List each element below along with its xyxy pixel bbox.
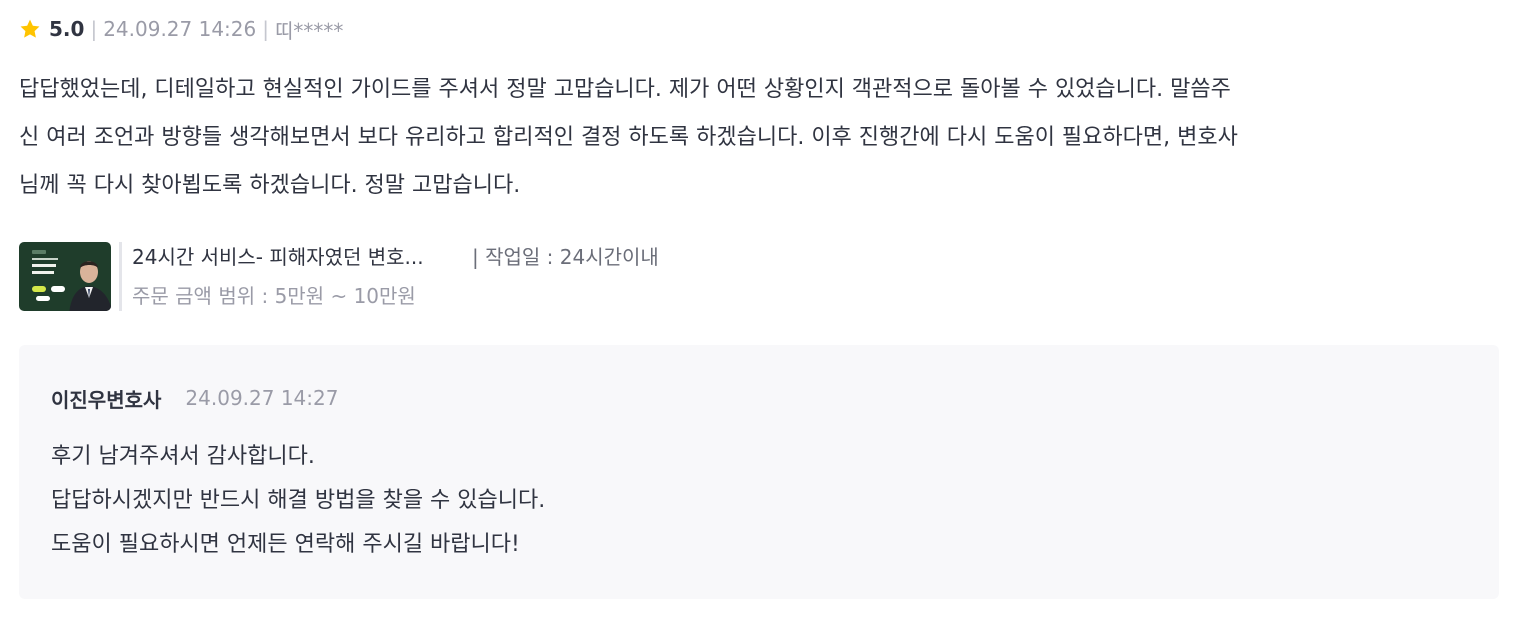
thumbnail-tag: [32, 250, 46, 254]
service-work-period: | 작업일 : 24시간이내: [472, 245, 659, 269]
star-icon: [20, 19, 40, 38]
review-author: 띠*****: [275, 18, 344, 43]
lawyer-thumbnail-image[interactable]: [19, 242, 111, 311]
reply-line: 답답하시겠지만 반드시 해결 방법을 찾을 수 있습니다.: [51, 488, 546, 513]
reply-author: 이진우변호사: [51, 387, 162, 412]
thumbnail-text: [32, 271, 54, 274]
lawyer-portrait-icon: [69, 261, 111, 311]
review-body-line: 신 여러 조언과 방향들 생각해보면서 보다 유리하고 합리적인 결정 하도록 …: [19, 125, 1238, 150]
thumbnail-badge: [32, 286, 46, 292]
review-card: 5.0 | 24.09.27 14:26 | 띠***** 답답했었는데, 디테…: [0, 0, 1516, 626]
review-date: 24.09.27 14:26: [103, 17, 257, 41]
reply-date: 24.09.27 14:27: [185, 386, 339, 410]
reply-header: 이진우변호사 24.09.27 14:27: [51, 383, 338, 413]
thumbnail-text: [32, 258, 58, 260]
review-body-line: 님께 꼭 다시 찾아뵙도록 하겠습니다. 정말 고맙습니다.: [19, 173, 521, 198]
thumbnail-text: [32, 264, 56, 267]
reply-line: 후기 남겨주셔서 감사합니다.: [51, 444, 315, 469]
reply-line: 도움이 필요하시면 언제든 연락해 주시길 바랍니다!: [51, 532, 520, 557]
rating-value: 5.0: [49, 17, 85, 41]
meta-divider: |: [90, 17, 98, 41]
service-title[interactable]: 24시간 서비스- 피해자였던 변호...: [132, 242, 472, 272]
review-body-line: 답답했었는데, 디테일하고 현실적인 가이드를 주셔서 정말 고맙습니다. 제가…: [19, 77, 1231, 102]
service-details: 24시간 서비스- 피해자였던 변호... | 작업일 : 24시간이내 주문 …: [132, 242, 659, 311]
review-meta: 5.0 | 24.09.27 14:26 | 띠*****: [19, 14, 343, 44]
service-info[interactable]: 24시간 서비스- 피해자였던 변호... | 작업일 : 24시간이내 주문 …: [19, 242, 659, 312]
meta-divider: |: [262, 17, 269, 41]
service-divider: [119, 242, 122, 311]
thumbnail-badge: [51, 286, 65, 292]
service-price-range: 주문 금액 범위 : 5만원 ~ 10만원: [132, 284, 416, 308]
thumbnail-badge: [36, 296, 50, 301]
review-body: 답답했었는데, 디테일하고 현실적인 가이드를 주셔서 정말 고맙습니다. 제가…: [19, 66, 1479, 210]
seller-reply: 이진우변호사 24.09.27 14:27 후기 남겨주셔서 감사합니다. 답답…: [19, 345, 1499, 599]
reply-body: 후기 남겨주셔서 감사합니다. 답답하시겠지만 반드시 해결 방법을 찾을 수 …: [51, 435, 545, 567]
